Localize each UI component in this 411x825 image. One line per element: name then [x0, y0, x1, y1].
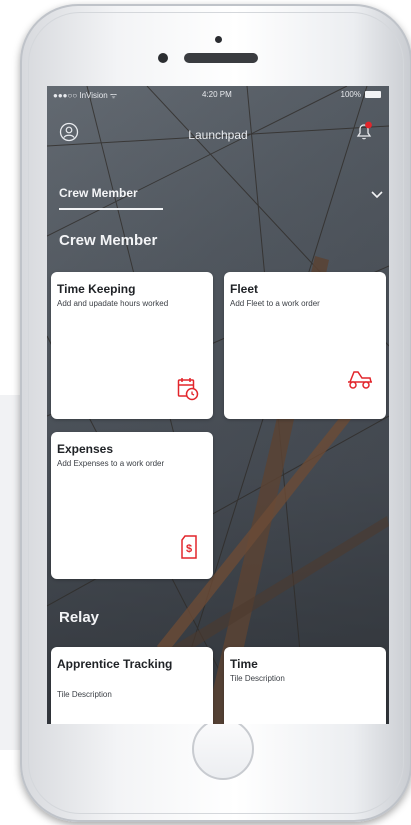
tile-description: Tile Description — [57, 690, 112, 699]
tile-title: Time — [230, 657, 258, 671]
tile-description: Add and upadate hours worked — [57, 299, 169, 308]
tile-description: Add Expenses to a work order — [57, 459, 165, 468]
status-battery-percent: 100% — [340, 90, 361, 99]
tile-title: Expenses — [57, 442, 114, 456]
tile-fleet[interactable]: Fleet Add Fleet to a work order — [224, 272, 386, 419]
section-title-relay: Relay — [59, 609, 100, 626]
earpiece-speaker — [184, 53, 258, 63]
tile-description: Add Fleet to a work order — [230, 299, 320, 308]
tile-apprentice-tracking[interactable]: Apprentice Tracking Tile Description — [51, 647, 213, 724]
tile-description: Tile Description — [230, 674, 285, 683]
home-button[interactable] — [192, 718, 254, 780]
section-title-crew: Crew Member — [59, 232, 158, 249]
status-carrier: ●●●○○ InVision ᯤ — [53, 91, 118, 100]
app-screen: ●●●○○ InVision ᯤ 4:20 PM 100% Launchpad … — [47, 86, 389, 724]
tile-title: Fleet — [230, 282, 259, 296]
status-bar: ●●●○○ InVision ᯤ 4:20 PM 100% — [47, 86, 389, 104]
status-time: 4:20 PM — [202, 90, 232, 99]
bell-notification-icon[interactable] — [353, 120, 375, 147]
svg-text:$: $ — [186, 543, 192, 555]
tile-time[interactable]: Time Tile Description — [224, 647, 386, 724]
front-sensor — [215, 36, 222, 43]
page-title: Launchpad — [188, 128, 248, 142]
front-camera — [158, 53, 168, 63]
receipt-dollar-icon: $ — [179, 534, 199, 565]
role-dropdown-value: Crew Member — [59, 186, 138, 200]
chevron-down-icon[interactable] — [369, 186, 385, 207]
calendar-clock-icon — [177, 376, 199, 407]
selected-underline — [59, 208, 163, 210]
role-dropdown[interactable]: Crew Member — [59, 184, 383, 210]
battery-icon — [365, 91, 381, 98]
tile-title: Apprentice Tracking — [57, 657, 173, 671]
tile-expenses[interactable]: Expenses Add Expenses to a work order $ — [51, 432, 213, 579]
vehicle-icon — [346, 368, 374, 395]
nav-bar: Launchpad — [47, 114, 389, 154]
tile-time-keeping[interactable]: Time Keeping Add and upadate hours worke… — [51, 272, 213, 419]
tile-title: Time Keeping — [57, 282, 136, 296]
